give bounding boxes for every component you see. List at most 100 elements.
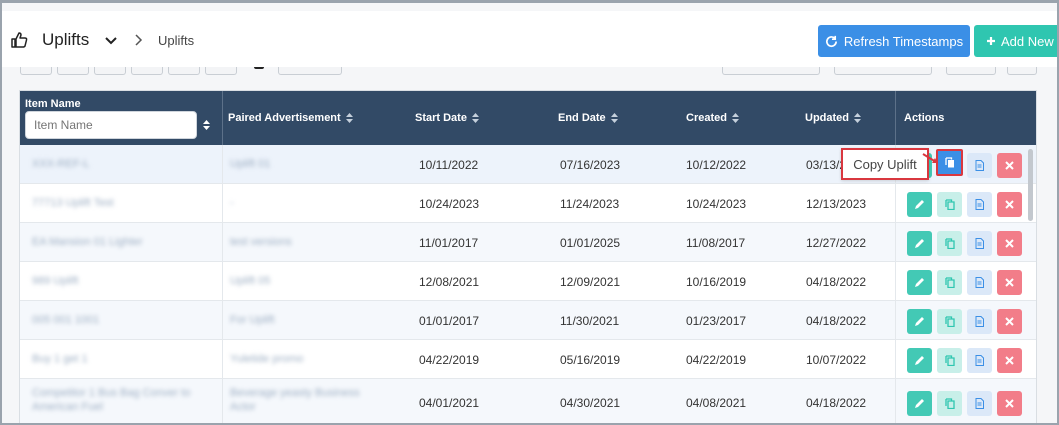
delete-button[interactable] xyxy=(997,348,1022,373)
details-button[interactable] xyxy=(967,309,992,334)
edit-button[interactable] xyxy=(907,192,932,217)
toolbar-divider xyxy=(254,67,264,69)
column-header-end-date[interactable]: End Date xyxy=(558,112,618,124)
delete-button[interactable] xyxy=(997,231,1022,256)
edit-button[interactable] xyxy=(907,309,932,334)
item-name-cell[interactable]: 77713 Uplift Test xyxy=(32,197,114,209)
item-name-cell[interactable]: 005 001 1001 xyxy=(32,314,99,326)
column-divider xyxy=(895,91,896,145)
toolbar-button[interactable] xyxy=(57,67,89,75)
delete-button[interactable] xyxy=(997,153,1022,178)
document-icon xyxy=(975,398,984,409)
edit-button[interactable] xyxy=(907,348,932,373)
end-date-cell: 11/24/2023 xyxy=(560,197,620,211)
details-button[interactable] xyxy=(967,153,992,178)
item-name-cell[interactable]: 989 Uplift xyxy=(32,275,78,287)
copy-button[interactable] xyxy=(937,192,962,217)
column-header-start-date[interactable]: Start Date xyxy=(415,112,479,124)
table-row[interactable]: Buy 1 get 1 Yuletide promo 04/22/2019 05… xyxy=(20,340,1036,379)
toolbar-button[interactable] xyxy=(946,67,996,75)
edit-button[interactable] xyxy=(907,391,932,416)
edit-icon xyxy=(915,317,924,326)
filter-select[interactable] xyxy=(834,67,932,75)
copy-button[interactable] xyxy=(937,270,962,295)
created-cell: 10/12/2022 xyxy=(686,158,747,172)
copy-button[interactable] xyxy=(937,348,962,373)
copy-button[interactable] xyxy=(937,309,962,334)
toolbar-button[interactable] xyxy=(1007,67,1037,75)
delete-button[interactable] xyxy=(997,270,1022,295)
details-button[interactable] xyxy=(967,270,992,295)
copy-uplift-tooltip: Copy Uplift xyxy=(841,148,929,180)
delete-icon xyxy=(1005,161,1014,170)
table-row[interactable]: 005 001 1001 For Uplift 01/01/2017 11/30… xyxy=(20,301,1036,340)
edit-icon xyxy=(915,200,924,209)
scrollbar[interactable] xyxy=(1028,149,1033,221)
end-date-cell: 05/16/2019 xyxy=(560,353,621,367)
document-icon xyxy=(975,355,984,366)
refresh-timestamps-label: Refresh Timestamps xyxy=(843,33,964,49)
table-row[interactable]: EA Mansion 01 Lighter test versions 11/0… xyxy=(20,223,1036,262)
paired-cell: For Uplift xyxy=(230,314,275,326)
item-name-cell[interactable]: Competitor 1 Bus Bag Conver to American … xyxy=(32,386,212,414)
column-header-updated[interactable]: Updated xyxy=(805,112,861,124)
copy-button[interactable] xyxy=(937,391,962,416)
paired-cell: test versions xyxy=(230,236,292,248)
document-icon xyxy=(975,277,984,288)
table-row[interactable]: Competitor 1 Bus Bag Conver to American … xyxy=(20,379,1036,423)
table-row[interactable]: 77713 Uplift Test - 10/24/2023 11/24/202… xyxy=(20,184,1036,223)
refresh-timestamps-button[interactable]: Refresh Timestamps xyxy=(818,25,970,57)
toolbar-button[interactable] xyxy=(168,67,200,75)
table-row[interactable]: 989 Uplift Uplift 05 12/08/2021 12/09/20… xyxy=(20,262,1036,301)
toolbar-button[interactable] xyxy=(131,67,163,75)
start-date-cell: 10/24/2023 xyxy=(419,197,480,211)
edit-button[interactable] xyxy=(907,231,932,256)
item-name-cell[interactable]: Buy 1 get 1 xyxy=(32,353,88,365)
column-header-item-name: Item Name xyxy=(25,98,81,110)
copy-icon xyxy=(944,199,955,210)
end-date-cell: 07/16/2023 xyxy=(560,158,621,172)
sort-icon xyxy=(471,113,479,123)
sort-icon[interactable] xyxy=(203,120,210,130)
filter-select[interactable] xyxy=(722,67,820,75)
delete-button[interactable] xyxy=(997,391,1022,416)
thumbs-up-icon xyxy=(11,32,28,48)
details-button[interactable] xyxy=(967,391,992,416)
edit-icon xyxy=(915,239,924,248)
column-header-paired-advertisement[interactable]: Paired Advertisement xyxy=(228,112,353,124)
add-new-label: Add New xyxy=(1001,33,1054,49)
created-cell: 04/08/2021 xyxy=(686,396,747,410)
page-title: Uplifts xyxy=(42,30,90,49)
item-name-filter-input[interactable] xyxy=(25,111,197,139)
item-name-cell[interactable]: XXX-REF-L xyxy=(32,158,89,170)
copy-icon xyxy=(944,316,955,327)
add-new-button[interactable]: Add New xyxy=(974,25,1057,57)
breadcrumb[interactable]: Uplifts xyxy=(158,33,194,48)
details-button[interactable] xyxy=(967,231,992,256)
delete-icon xyxy=(1005,317,1014,326)
toolbar-button[interactable] xyxy=(205,67,237,75)
sort-icon xyxy=(731,113,739,123)
end-date-cell: 12/09/2021 xyxy=(560,275,621,289)
page-size-select[interactable] xyxy=(278,67,342,75)
column-divider xyxy=(222,91,223,145)
toolbar-button[interactable] xyxy=(20,67,52,75)
item-name-cell[interactable]: EA Mansion 01 Lighter xyxy=(32,236,143,248)
chevron-down-icon[interactable] xyxy=(105,36,117,46)
app-frame: Uplifts Uplifts Refresh Timestamps Add N… xyxy=(0,0,1059,425)
delete-button[interactable] xyxy=(997,309,1022,334)
details-button[interactable] xyxy=(967,348,992,373)
copy-icon xyxy=(944,398,955,409)
delete-button[interactable] xyxy=(997,192,1022,217)
plus-icon xyxy=(987,37,995,45)
copy-button[interactable] xyxy=(936,149,963,176)
edit-icon xyxy=(915,356,924,365)
details-button[interactable] xyxy=(967,192,992,217)
document-icon xyxy=(975,316,984,327)
copy-button[interactable] xyxy=(937,231,962,256)
column-header-actions: Actions xyxy=(904,112,945,124)
created-cell: 10/24/2023 xyxy=(686,197,747,211)
edit-button[interactable] xyxy=(907,270,932,295)
toolbar-button[interactable] xyxy=(94,67,126,75)
column-header-created[interactable]: Created xyxy=(686,112,739,124)
